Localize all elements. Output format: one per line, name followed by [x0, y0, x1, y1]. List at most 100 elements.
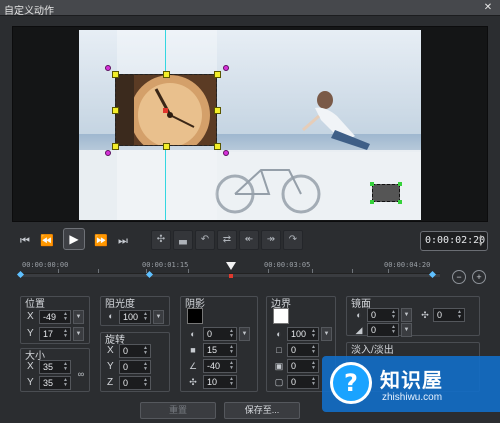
spin-icon[interactable]: ▲ ▼: [63, 378, 69, 388]
mirror-gradient-icon: ◢: [355, 325, 363, 335]
rotate-handle-br[interactable]: [223, 150, 229, 156]
close-icon[interactable]: ✕: [482, 2, 494, 13]
resize-handle-br[interactable]: [214, 143, 221, 150]
timeline-ruler[interactable]: 00:00:00:00 00:00:01:15 00:00:03:05 00:0…: [12, 258, 488, 284]
zoom-out-icon[interactable]: −: [452, 270, 466, 284]
rotate-handle-bl[interactable]: [105, 150, 111, 156]
border-softness-input[interactable]: 0 ▲ ▼: [287, 375, 319, 389]
move-keyframe-icon[interactable]: ✣: [151, 230, 171, 250]
position-x-input[interactable]: -49 ▲ ▼: [39, 310, 71, 324]
spin-icon[interactable]: ▲ ▼: [143, 378, 149, 388]
zoom-in-icon[interactable]: +: [472, 270, 486, 284]
add-keyframe-icon[interactable]: ▃: [173, 230, 193, 250]
spin-icon[interactable]: ▲ ▼: [311, 377, 317, 387]
border-color-swatch[interactable]: [273, 308, 289, 324]
shadow-angle-input[interactable]: -40 ▲ ▼: [203, 359, 237, 373]
rotate-handle-tr[interactable]: [223, 65, 229, 71]
spin-icon[interactable]: ▲ ▼: [391, 325, 397, 335]
mini-handle[interactable]: [398, 200, 402, 204]
rotation-y-input[interactable]: 0 ▲ ▼: [119, 360, 151, 374]
spin-icon[interactable]: ▲ ▼: [391, 310, 397, 320]
spin-icon[interactable]: ▲ ▼: [143, 312, 149, 322]
save-to-button[interactable]: 保存至...: [224, 402, 300, 419]
shadow-opacity-input[interactable]: 0 ▲ ▼: [203, 327, 237, 341]
preview-canvas[interactable]: [79, 30, 421, 220]
dropdown-arrow-icon[interactable]: ▼: [401, 323, 412, 337]
reset-button[interactable]: 重置: [140, 402, 216, 419]
opacity-icon: ◐: [108, 311, 114, 321]
play-button[interactable]: ▶: [63, 228, 85, 250]
link-icon[interactable]: ∞: [75, 368, 87, 380]
spin-icon[interactable]: ▲ ▼: [229, 361, 235, 371]
spin-icon[interactable]: ▲ ▼: [63, 329, 69, 339]
spin-icon[interactable]: ▲ ▼: [229, 329, 235, 339]
rotation-z-input[interactable]: 0 ▲ ▼: [119, 376, 151, 390]
resize-handle-tr[interactable]: [214, 71, 221, 78]
mirror-distance-value: 0: [437, 310, 443, 320]
rotation-x-input[interactable]: 0 ▲ ▼: [119, 344, 151, 358]
shadow-distance-input[interactable]: 10 ▲ ▼: [203, 375, 237, 389]
resize-handle-t[interactable]: [163, 71, 170, 78]
size-y-input[interactable]: 35 ▲ ▼: [39, 376, 71, 390]
spin-arrows-icon[interactable]: ▲ ▼: [479, 233, 485, 249]
mini-handle[interactable]: [370, 182, 374, 186]
opacity-input[interactable]: 100 ▲ ▼: [119, 310, 151, 324]
spin-icon[interactable]: ▲ ▼: [143, 346, 149, 356]
rotate-handle-tl[interactable]: [105, 65, 111, 71]
secondary-clip-marker[interactable]: [372, 184, 400, 202]
resize-handle-bl[interactable]: [112, 143, 119, 150]
spin-icon[interactable]: ▲ ▼: [311, 345, 317, 355]
mini-handle[interactable]: [398, 182, 402, 186]
rotation-z-value: 0: [123, 378, 129, 388]
next-keyframe-icon[interactable]: ↠: [261, 230, 281, 250]
spin-icon[interactable]: ▲ ▼: [229, 345, 235, 355]
dropdown-arrow-icon[interactable]: ▼: [321, 327, 332, 341]
shadow-angle-value: -40: [207, 361, 221, 371]
playhead[interactable]: [226, 262, 236, 270]
ruler-tick: [388, 269, 389, 273]
mirror-distance-input[interactable]: 0 ▲ ▼: [433, 308, 465, 322]
watermark: ? 知识屋 zhishiwu.com: [322, 356, 500, 412]
resize-handle-l[interactable]: [112, 107, 119, 114]
border-width-input[interactable]: 0 ▲ ▼: [287, 343, 319, 357]
go-to-start-icon[interactable]: ⏮: [16, 232, 34, 250]
remove-keyframe-icon[interactable]: ↶: [195, 230, 215, 250]
previous-frame-icon[interactable]: ⏪: [38, 232, 56, 250]
position-y-input[interactable]: 17 ▲ ▼: [39, 327, 71, 341]
mini-handle[interactable]: [370, 200, 374, 204]
dropdown-arrow-icon[interactable]: ▼: [153, 310, 164, 324]
border-opacity-input[interactable]: 100 ▲ ▼: [287, 327, 319, 341]
spin-icon[interactable]: ▲ ▼: [311, 329, 317, 339]
mirror-gradient-input[interactable]: 0 ▲ ▼: [367, 323, 399, 337]
mirror-opacity-value: 0: [371, 310, 377, 320]
rotation-y-label: Y: [107, 361, 114, 372]
spin-icon[interactable]: ▲ ▼: [229, 377, 235, 387]
dropdown-arrow-icon[interactable]: ▼: [73, 310, 84, 324]
spin-icon[interactable]: ▲ ▼: [311, 361, 317, 371]
prev-keyframe-icon[interactable]: ↞: [239, 230, 259, 250]
rotation-x-label: X: [107, 345, 114, 356]
shadow-group: 阴影 ◐ 0 ▲ ▼ ▼ ■ 15 ▲ ▼ ∠ -40 ▲ ▼ ✣ 10 ▲ ▼: [180, 296, 258, 392]
spin-icon[interactable]: ▲ ▼: [63, 312, 69, 322]
next-frame-icon[interactable]: ⏩: [92, 232, 110, 250]
dropdown-arrow-icon[interactable]: ▼: [73, 327, 84, 341]
border-blur-input[interactable]: 0 ▲ ▼: [287, 359, 319, 373]
spin-icon[interactable]: ▲ ▼: [457, 310, 463, 320]
dropdown-arrow-icon[interactable]: ▼: [401, 308, 412, 322]
resize-handle-tl[interactable]: [112, 71, 119, 78]
mirror-opacity-input[interactable]: 0 ▲ ▼: [367, 308, 399, 322]
resize-handle-r[interactable]: [214, 107, 221, 114]
dropdown-arrow-icon[interactable]: ▼: [239, 327, 250, 341]
spin-icon[interactable]: ▲ ▼: [63, 362, 69, 372]
spin-icon[interactable]: ▲ ▼: [143, 362, 149, 372]
timecode-input[interactable]: 0:00:02:20 ▲ ▼: [420, 231, 488, 251]
rotation-z-label: Z: [107, 377, 114, 388]
reverse-keyframe-icon[interactable]: ⇄: [217, 230, 237, 250]
size-x-input[interactable]: 35 ▲ ▼: [39, 360, 71, 374]
go-to-end-icon[interactable]: ⏭: [114, 232, 132, 250]
pivot-point[interactable]: [163, 108, 168, 113]
shadow-blur-input[interactable]: 15 ▲ ▼: [203, 343, 237, 357]
shadow-color-swatch[interactable]: [187, 308, 203, 324]
rotate-keyframe-icon[interactable]: ↷: [283, 230, 303, 250]
resize-handle-b[interactable]: [163, 143, 170, 150]
